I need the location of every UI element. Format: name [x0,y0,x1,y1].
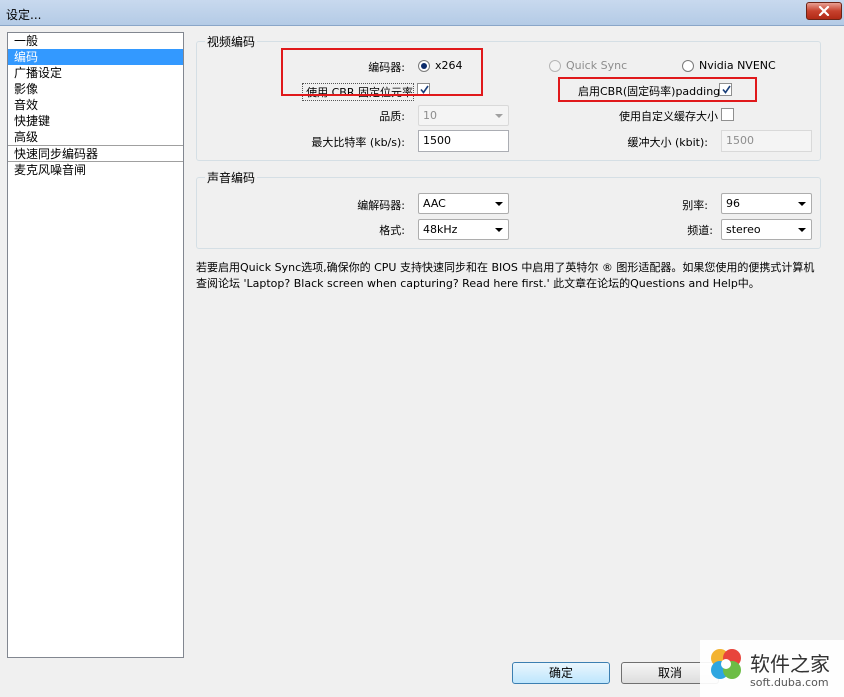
watermark: 软件之家 soft.duba.com [700,640,844,697]
watermark-name: 软件之家 [750,652,830,676]
sidebar-item-quick-sync-encoder[interactable]: 快速同步编码器 [8,145,183,161]
codec-select-value: AAC [423,197,446,210]
max-bitrate-input[interactable]: 1500 [418,130,509,152]
sidebar-item-audio[interactable]: 音效 [8,97,183,113]
close-icon [818,6,830,16]
nvidia-nvenc-radio-label[interactable]: Nvidia NVENC [699,59,776,72]
sidebar-item-advanced[interactable]: 高级 [8,129,183,145]
highlight-box-cbr-padding [558,77,757,102]
nvidia-nvenc-radio[interactable] [682,60,694,72]
quality-select-value: 10 [423,109,437,122]
sidebar-item-hotkeys[interactable]: 快捷键 [8,113,183,129]
title-bar: 设定... [0,0,844,26]
channel-select[interactable]: stereo [721,219,812,240]
sidebar-item-encoding[interactable]: 编码 [8,49,183,65]
quality-label: 品质: [379,110,405,123]
buffer-size-input[interactable]: 1500 [721,130,812,152]
custom-buffer-checkbox-label[interactable]: 使用自定义缓存大小 [590,108,718,124]
buffer-size-label: 缓冲大小 (kbit): [627,136,708,149]
channel-select-value: stereo [726,223,761,236]
sidebar-item-video[interactable]: 影像 [8,81,183,97]
format-select-value: 48kHz [423,223,458,236]
audio-bitrate-select[interactable]: 96 [721,193,812,214]
max-bitrate-label: 最大比特率 (kb/s): [311,136,405,149]
format-select[interactable]: 48kHz [418,219,509,240]
sidebar-item-mic-noise-gate[interactable]: 麦克风噪音闸 [8,161,183,177]
channel-label: 频道: [687,224,713,237]
format-label: 格式: [379,224,405,237]
chevron-down-icon [798,202,806,206]
dialog-body: 一般 编码 广播设定 影像 音效 快捷键 高级 快速同步编码器 麦克风噪音闸 视… [0,26,844,697]
watermark-url: soft.duba.com [750,676,829,689]
quality-select[interactable]: 10 [418,105,509,126]
pinwheel-logo-icon [711,649,741,679]
settings-sidebar: 一般 编码 广播设定 影像 音效 快捷键 高级 快速同步编码器 麦克风噪音闸 [7,32,184,658]
ok-button[interactable]: 确定 [512,662,610,684]
highlight-box-encoder [281,48,483,96]
chevron-down-icon [495,228,503,232]
audio-encoding-group-label: 声音编码 [205,169,258,186]
audio-bitrate-label: 别率: [682,199,708,212]
custom-buffer-checkbox[interactable] [721,108,734,121]
codec-label: 编解码器: [357,199,405,212]
chevron-down-icon [495,202,503,206]
chevron-down-icon [495,114,503,118]
sidebar-item-broadcast-settings[interactable]: 广播设定 [8,65,183,81]
audio-bitrate-select-value: 96 [726,197,740,210]
sidebar-item-general[interactable]: 一般 [8,33,183,49]
chevron-down-icon [798,228,806,232]
window-title: 设定... [6,8,42,22]
quick-sync-info-text: 若要启用Quick Sync选项,确保你的 CPU 支持快速同步和在 BIOS … [196,261,815,290]
close-button[interactable] [806,2,842,20]
quick-sync-radio[interactable] [549,60,561,72]
video-encoding-group-label: 视频编码 [205,33,258,50]
quick-sync-radio-label[interactable]: Quick Sync [566,59,627,72]
codec-select[interactable]: AAC [418,193,509,214]
